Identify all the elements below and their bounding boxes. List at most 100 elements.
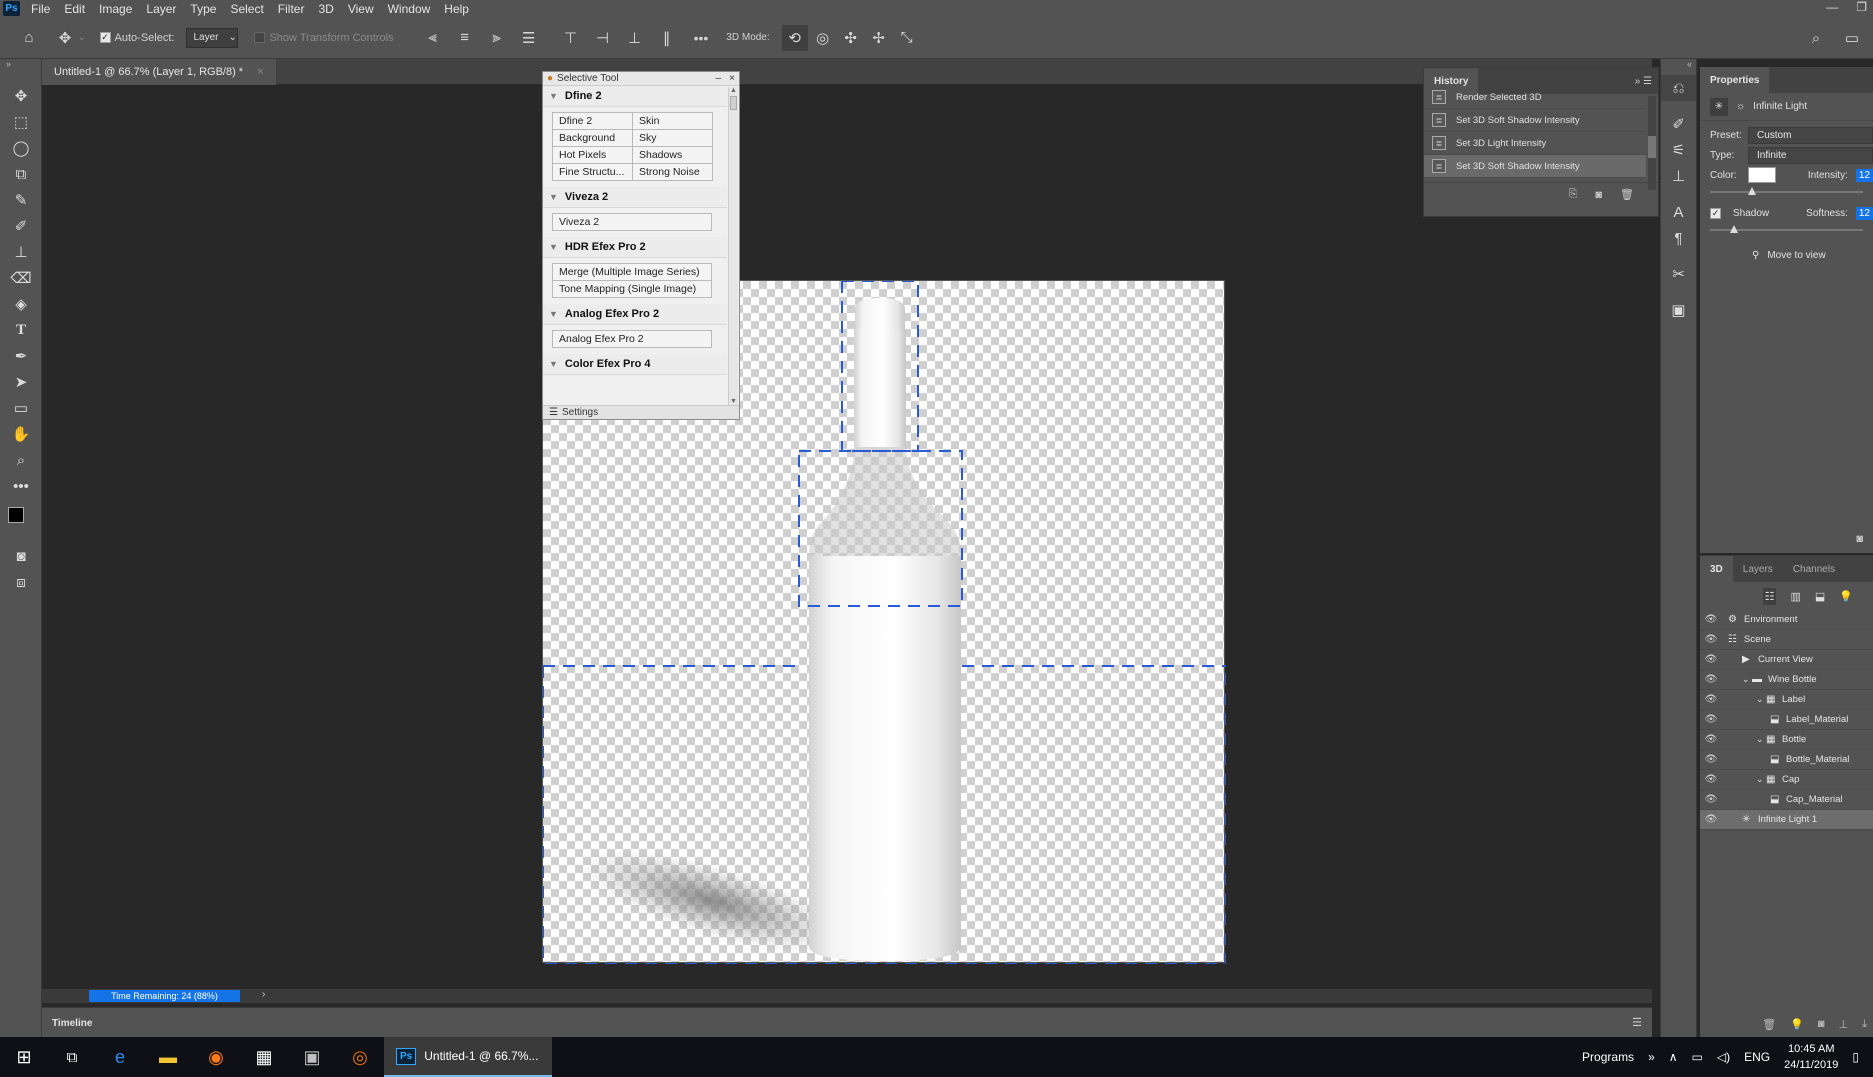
menu-item-window[interactable]: Window [381, 2, 438, 16]
marquee-tool-icon[interactable]: ⬚ [0, 109, 42, 135]
document-tab[interactable]: Untitled-1 @ 66.7% (Layer 1, RGB/8) * × [42, 59, 276, 85]
tools-preset-icon[interactable]: ✂ [1661, 261, 1696, 287]
firefox-icon[interactable]: ◉ [192, 1037, 240, 1077]
scale-3d-icon[interactable]: ⤡ [894, 25, 920, 51]
chevron-down-icon[interactable]: ⌄ [1756, 694, 1766, 705]
align-middle-icon[interactable]: ⊣ [590, 25, 616, 51]
slide-3d-icon[interactable]: ✢ [866, 25, 892, 51]
filter-button[interactable]: Merge (Multiple Image Series) [552, 263, 712, 281]
filter-button[interactable]: Background [552, 129, 633, 147]
brush-tool-icon[interactable]: ✐ [0, 213, 42, 239]
snapshot-camera-icon[interactable]: ◙ [1595, 189, 1602, 201]
selective-tool-titlebar[interactable]: ● Selective Tool – × [543, 72, 739, 86]
calendar-icon[interactable]: ▦ [240, 1037, 288, 1077]
character-panel-icon[interactable]: A [1661, 199, 1696, 225]
new-document-from-state-icon[interactable]: ⎘ [1569, 188, 1578, 201]
section-header[interactable]: ▼ HDR Efex Pro 2 [543, 237, 727, 258]
chevron-icon[interactable]: » [1648, 1050, 1655, 1064]
preset-dropdown[interactable]: Custom [1748, 126, 1873, 144]
align-top-icon[interactable]: ⊤ [558, 25, 584, 51]
quick-mask-icon[interactable]: ◙ [0, 543, 42, 569]
close-icon[interactable]: × [729, 73, 735, 84]
move-tool-icon[interactable]: ✥ [0, 83, 42, 109]
stamp-tool-icon[interactable]: ⊥ [0, 239, 42, 265]
expand-triangle-icon[interactable]: ▼ [549, 192, 558, 202]
auto-select-dropdown[interactable]: Layer ⌄ [186, 27, 239, 48]
tab-layers[interactable]: Layers [1733, 556, 1783, 582]
filter-button[interactable]: Analog Efex Pro 2 [552, 330, 712, 348]
section-header[interactable]: ▼ Analog Efex Pro 2 [543, 304, 727, 325]
ground-icon[interactable]: ⊥ [1839, 1018, 1849, 1031]
tab-channels[interactable]: Channels [1783, 556, 1845, 582]
filter-whole-scene-icon[interactable]: ☷ [1762, 587, 1777, 605]
minimize-icon[interactable]: — [1826, 0, 1838, 14]
filter-button[interactable]: Hot Pixels [552, 146, 633, 164]
expand-triangle-icon[interactable]: ▼ [549, 309, 558, 319]
visibility-eye-icon[interactable]: 👁 [1700, 634, 1722, 645]
programs-toolbar[interactable]: Programs [1582, 1050, 1634, 1064]
filter-button[interactable]: Strong Noise [632, 163, 713, 181]
light-icon[interactable]: ✳ [1710, 97, 1728, 116]
filter-button[interactable]: Fine Structu... [552, 163, 633, 181]
menu-item-select[interactable]: Select [223, 2, 270, 16]
visibility-eye-icon[interactable]: 👁 [1700, 774, 1722, 785]
visibility-eye-icon[interactable]: 👁 [1700, 654, 1722, 665]
scene-tree-item[interactable]: 👁 ▶ Current View [1700, 650, 1873, 670]
menu-item-image[interactable]: Image [92, 2, 139, 16]
scene-tree-item[interactable]: 👁 ⌄ ▦ Cap [1700, 770, 1873, 790]
scene-tree-item[interactable]: 👁 ✳ Infinite Light 1 [1700, 810, 1873, 830]
close-icon[interactable]: × [257, 66, 263, 78]
status-arrow-icon[interactable]: › [262, 989, 265, 1000]
softness-field[interactable]: 12 [1855, 206, 1873, 220]
windows-start-icon[interactable]: ⊞ [0, 1037, 48, 1077]
home-icon[interactable]: ⌂ [16, 25, 42, 51]
roll-3d-icon[interactable]: ◎ [810, 25, 836, 51]
menu-item-layer[interactable]: Layer [139, 2, 183, 16]
scene-tree-item[interactable]: 👁 ⌄ ▦ Bottle [1700, 730, 1873, 750]
visibility-eye-icon[interactable]: 👁 [1700, 614, 1722, 625]
export-icon[interactable]: ⤓ [1862, 1018, 1867, 1031]
history-state[interactable]: ≣ Set 3D Soft Shadow Intensity [1424, 155, 1646, 178]
foreground-color-swatch[interactable] [8, 507, 24, 523]
brush-settings-icon[interactable]: ✐ [1661, 111, 1696, 137]
menu-item-3d[interactable]: 3D [311, 2, 340, 16]
expand-triangle-icon[interactable]: ▼ [549, 91, 558, 101]
slider-knob[interactable] [1730, 225, 1738, 233]
visibility-eye-icon[interactable]: 👁 [1700, 754, 1722, 765]
selective-tool-scrollbar[interactable]: ▲ ▼ [728, 87, 738, 405]
move-tool-icon[interactable]: ✥ [52, 25, 78, 51]
show-hidden-icons-icon[interactable]: ∧ [1669, 1050, 1678, 1064]
type-tool-icon[interactable]: T [0, 317, 42, 343]
taskbar-photoshop-button[interactable]: Ps Untitled-1 @ 66.7%... [384, 1037, 553, 1077]
timeline-panel-icon[interactable]: ▣ [1661, 297, 1696, 323]
eyedropper-tool-icon[interactable]: ✎ [0, 187, 42, 213]
section-header[interactable]: ▼ Color Efex Pro 4 [543, 354, 727, 375]
scene-tree-item[interactable]: 👁 ⬓ Label_Material [1700, 710, 1873, 730]
menu-item-file[interactable]: File [24, 2, 57, 16]
lasso-tool-icon[interactable]: ◯ [0, 135, 42, 161]
history-scrollbar[interactable] [1648, 96, 1656, 190]
file-explorer-icon[interactable]: ▬ [144, 1037, 192, 1077]
path-select-tool-icon[interactable]: ➤ [0, 369, 42, 395]
visibility-eye-icon[interactable]: 👁 [1700, 794, 1722, 805]
visibility-eye-icon[interactable]: 👁 [1700, 734, 1722, 745]
light-color-swatch[interactable] [1748, 167, 1776, 183]
drag-3d-icon[interactable]: ✣ [838, 25, 864, 51]
notifications-icon[interactable]: ▯ [1852, 1050, 1859, 1064]
restore-icon[interactable]: ❐ [1856, 0, 1867, 14]
softness-slider[interactable] [1710, 225, 1863, 233]
tab-timeline[interactable]: Timeline [42, 1008, 92, 1038]
scroll-up-icon[interactable]: ▲ [729, 87, 738, 94]
trash-icon[interactable]: 🗑 [1620, 188, 1634, 201]
canvas-area[interactable] [42, 85, 1652, 989]
section-header[interactable]: ▼ Dfine 2 [543, 86, 727, 107]
filter-materials-icon[interactable]: ⬓ [1815, 590, 1825, 603]
visibility-eye-icon[interactable]: 👁 [1700, 714, 1722, 725]
task-view-icon[interactable]: ⧉ [48, 1037, 96, 1077]
history-panel-icon[interactable]: ⎌ [1661, 75, 1696, 101]
filter-meshes-icon[interactable]: ▥ [1790, 590, 1800, 603]
edge-browser-icon[interactable]: e [96, 1037, 144, 1077]
menu-item-edit[interactable]: Edit [57, 2, 92, 16]
align-center-icon[interactable]: ≡ [452, 25, 478, 51]
panel-menu-icon[interactable]: ☰ [1632, 1016, 1642, 1029]
